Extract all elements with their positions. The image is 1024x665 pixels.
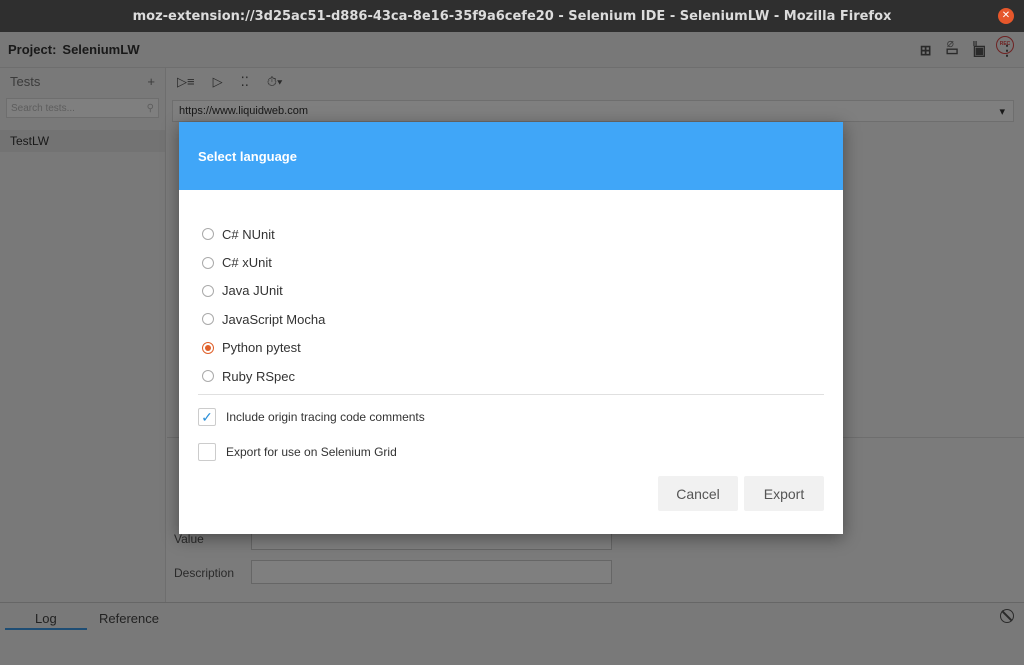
radio-icon[interactable]: [202, 313, 214, 326]
language-option[interactable]: JavaScript Mocha: [202, 305, 325, 333]
dialog-title: Select language: [198, 148, 297, 164]
radio-icon[interactable]: [202, 256, 214, 269]
checkbox-checked-icon[interactable]: ✓: [198, 408, 216, 426]
language-option[interactable]: Java JUnit: [202, 277, 325, 305]
language-option[interactable]: C# xUnit: [202, 248, 325, 276]
select-language-dialog: Select language C# NUnit C# xUnit Java J…: [179, 122, 843, 534]
language-list: C# NUnit C# xUnit Java JUnit JavaScript …: [202, 220, 325, 390]
cancel-button[interactable]: Cancel: [658, 476, 738, 511]
selenium-grid-option[interactable]: Export for use on Selenium Grid: [198, 443, 397, 461]
close-window-button[interactable]: ✕: [998, 8, 1014, 24]
divider: [198, 394, 824, 395]
window-title: moz-extension://3d25ac51-d886-43ca-8e16-…: [132, 8, 892, 24]
radio-icon[interactable]: [202, 228, 214, 241]
language-option[interactable]: Ruby RSpec: [202, 362, 325, 390]
window-titlebar: moz-extension://3d25ac51-d886-43ca-8e16-…: [0, 0, 1024, 32]
export-button[interactable]: Export: [744, 476, 824, 511]
radio-icon[interactable]: [202, 370, 214, 383]
radio-icon[interactable]: [202, 284, 214, 297]
dialog-header: Select language: [179, 122, 843, 190]
language-option-selected[interactable]: Python pytest: [202, 334, 325, 362]
checkbox-icon[interactable]: [198, 443, 216, 461]
origin-tracing-option[interactable]: ✓ Include origin tracing code comments: [198, 408, 425, 426]
radio-checked-icon[interactable]: [202, 341, 214, 354]
language-option[interactable]: C# NUnit: [202, 220, 325, 248]
